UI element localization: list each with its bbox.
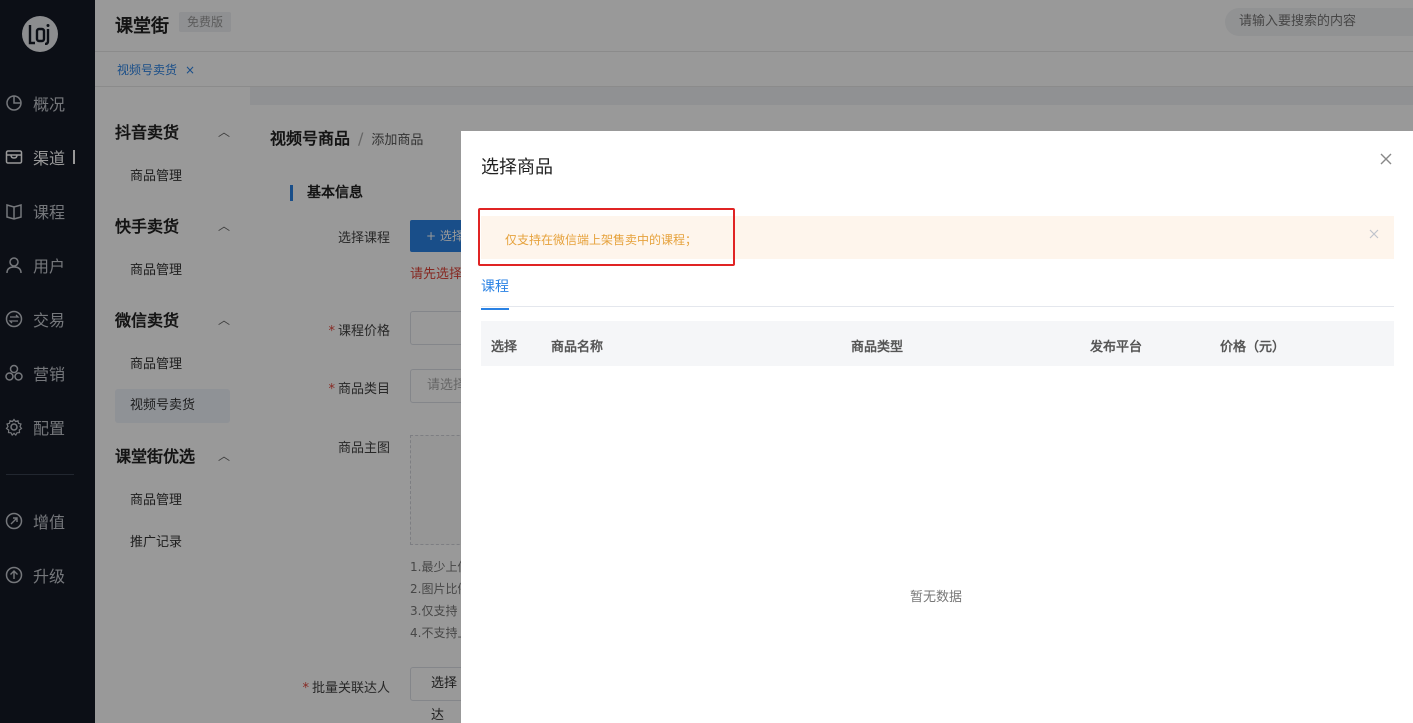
close-icon[interactable] bbox=[1378, 151, 1394, 167]
tab-course[interactable]: 课程 bbox=[481, 276, 509, 310]
column-header-platform: 发布平台 bbox=[1090, 340, 1143, 355]
column-header-price: 价格（元） bbox=[1220, 340, 1286, 355]
column-header-select: 选择 bbox=[491, 340, 518, 355]
highlight-annotation-box bbox=[478, 208, 735, 266]
table-header: 选择 商品名称 商品类型 发布平台 价格（元） bbox=[481, 321, 1394, 366]
empty-state-text: 暂无数据 bbox=[910, 590, 963, 605]
drawer-title: 选择商品 bbox=[481, 157, 553, 178]
column-header-type: 商品类型 bbox=[851, 340, 904, 355]
tab-underline bbox=[481, 306, 1394, 307]
close-icon[interactable] bbox=[1369, 227, 1379, 243]
column-header-name: 商品名称 bbox=[551, 340, 604, 355]
